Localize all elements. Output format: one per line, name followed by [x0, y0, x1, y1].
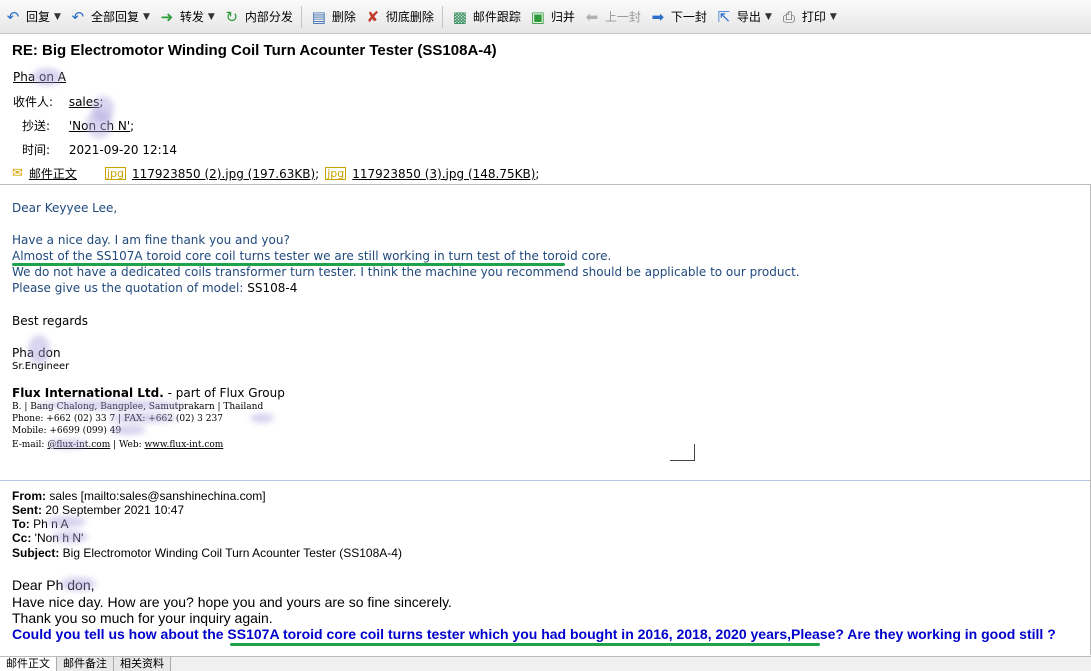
printer-icon: ⎙ — [782, 7, 795, 26]
chevron-down-icon[interactable]: ▼ — [830, 12, 837, 22]
regards: Best regards — [12, 314, 89, 328]
chevron-down-icon[interactable]: ▼ — [765, 12, 772, 22]
model-name: SS108-4 — [247, 281, 298, 295]
forward-button[interactable]: ➜ 转发 ▼ — [154, 3, 219, 31]
delete-button[interactable]: ▤ 删除 — [306, 3, 360, 31]
resize-corner — [670, 444, 695, 461]
time-value: 2021-09-20 12:14 — [68, 143, 177, 157]
tab-mail-body[interactable]: 邮件正文 — [0, 657, 57, 671]
reply-all-icon: ↶ — [71, 7, 85, 26]
mail-body: Dear Keyyee Lee, Have a nice day. I am f… — [0, 184, 1091, 655]
quote-from: sales [mailto:sales@sanshinechina.com] — [46, 489, 266, 503]
track-button[interactable]: ▩ 邮件跟踪 — [447, 3, 525, 31]
bottom-tabs: 邮件正文 邮件备注 相关资料 — [0, 656, 1091, 671]
company-mobile: Mobile: +6699 (099) 49 — [12, 426, 122, 436]
attachment-link[interactable]: 117923850 (3).jpg (148.75KB) — [352, 167, 535, 181]
envelope-icon: ✉ — [12, 166, 23, 181]
attachment-icon: jpg — [325, 167, 347, 180]
web-link[interactable]: www.flux-int.com — [145, 440, 224, 450]
attachment-icon: jpg — [104, 167, 126, 180]
export-icon: ⇱ — [717, 7, 731, 26]
company-name: Flux International Ltd. — [12, 386, 164, 400]
quote-subject: Big Electromotor Winding Coil Turn Acoun… — [59, 546, 402, 560]
chevron-down-icon[interactable]: ▼ — [54, 12, 61, 22]
body-greeting: Dear Keyyee Lee, — [12, 201, 118, 215]
prev-button[interactable]: ⬅ 上一封 — [579, 3, 645, 31]
archive-button[interactable]: ▣ 归并 — [525, 3, 579, 31]
print-button[interactable]: ⎙ 打印 ▼ — [776, 3, 841, 31]
attachment-link[interactable]: 117923850 (2).jpg (197.63KB) — [132, 167, 315, 181]
delete-permanent-icon: ✘ — [366, 7, 380, 26]
redaction — [86, 110, 112, 138]
reply-button[interactable]: ↶ 回复 ▼ — [0, 3, 65, 31]
redaction — [108, 413, 178, 423]
arrow-left-icon: ⬅ — [585, 7, 599, 26]
body-line: We do not have a dedicated coils transfo… — [12, 265, 800, 279]
export-button[interactable]: ⇱ 导出 ▼ — [711, 3, 776, 31]
redaction — [48, 439, 88, 449]
to-label: 收件人: — [13, 95, 54, 109]
toolbar-divider — [300, 5, 302, 28]
body-line: Please give us the quotation of model: — [12, 281, 248, 295]
highlight-underline — [230, 643, 820, 646]
toolbar: ↶ 回复 ▼ ↶ 全部回复 ▼ ➜ 转发 ▼ ↻ 内部分发 ▤ 删除 ✘ 彻底删… — [0, 0, 1091, 34]
redaction — [110, 425, 146, 435]
arrow-right-icon: ➡ — [651, 7, 665, 26]
body-line: Almost of the SS107A toroid core coil tu… — [12, 249, 612, 263]
tab-related[interactable]: 相关资料 — [114, 657, 171, 671]
company-suffix: - part of Flux Group — [163, 386, 285, 400]
quote-line: Thank you so much for your inquiry again… — [12, 610, 273, 626]
mail-header: RE: Big Electromotor Winding Coil Turn A… — [12, 42, 540, 182]
redaction — [250, 413, 274, 423]
chevron-down-icon[interactable]: ▼ — [208, 12, 215, 22]
redaction — [52, 531, 88, 543]
redaction — [60, 577, 96, 591]
time-label: 时间: — [22, 143, 51, 157]
quote-sent: 20 September 2021 10:47 — [42, 503, 185, 517]
archive-icon: ▣ — [530, 7, 545, 26]
signature-title: Sr.Engineer — [12, 361, 70, 372]
reply-icon: ↶ — [6, 7, 20, 26]
cc-label: 抄送: — [22, 119, 51, 133]
quote-line: Have nice day. How are you? hope you and… — [12, 594, 452, 610]
mail-body-link[interactable]: 邮件正文 — [29, 165, 77, 182]
internal-forward-icon: ↻ — [225, 7, 239, 26]
next-button[interactable]: ➡ 下一封 — [645, 3, 711, 31]
internal-forward-button[interactable]: ↻ 内部分发 — [219, 3, 297, 31]
track-icon: ▩ — [452, 7, 467, 26]
redaction — [36, 400, 186, 410]
delete-permanent-button[interactable]: ✘ 彻底删除 — [360, 3, 438, 31]
redaction — [32, 68, 62, 86]
quote-divider — [0, 480, 1090, 481]
mail-subject: RE: Big Electromotor Winding Coil Turn A… — [12, 42, 497, 59]
chevron-down-icon[interactable]: ▼ — [143, 12, 150, 22]
quote-question: Could you tell us how about the SS107A t… — [12, 626, 1056, 642]
tab-mail-notes[interactable]: 邮件备注 — [57, 657, 114, 671]
reply-all-button[interactable]: ↶ 全部回复 ▼ — [65, 3, 154, 31]
body-line: Have a nice day. I am fine thank you and… — [12, 233, 290, 247]
delete-icon: ▤ — [311, 7, 326, 26]
redaction — [46, 516, 86, 528]
toolbar-divider — [441, 5, 443, 28]
forward-icon: ➜ — [160, 7, 174, 26]
